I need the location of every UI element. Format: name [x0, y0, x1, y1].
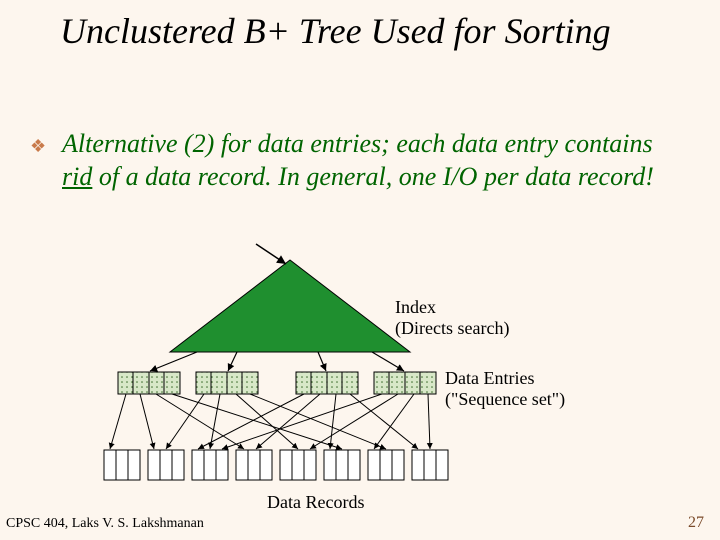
footer-text: CPSC 404, Laks V. S. Lakshmanan [6, 516, 204, 532]
btree-diagram [0, 0, 720, 540]
page-number: 27 [688, 514, 704, 532]
slide: Unclustered B+ Tree Used for Sorting ❖ A… [0, 0, 720, 540]
